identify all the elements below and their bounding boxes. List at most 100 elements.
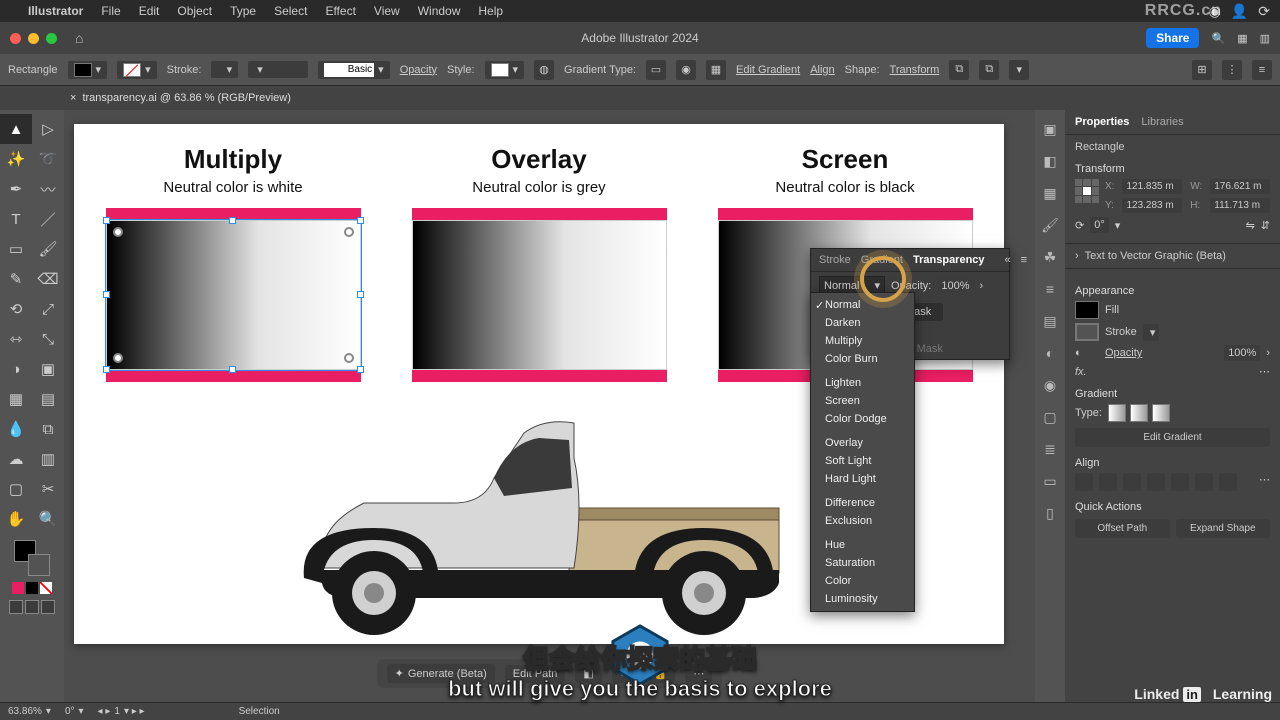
menu-view[interactable]: View [374, 4, 400, 18]
zoom-tool-icon[interactable]: 🔍 [32, 504, 64, 534]
blend-mode-option[interactable]: Difference [811, 494, 914, 512]
text-to-vector-disclose[interactable]: › Text to Vector Graphic (Beta) [1065, 243, 1280, 269]
close-window-icon[interactable] [10, 33, 21, 44]
user-icon[interactable]: 👤 [1231, 3, 1248, 20]
selection-handle[interactable] [357, 291, 364, 298]
gradient-swatch-icon[interactable] [26, 582, 38, 594]
gradient-linear-icon[interactable]: ▭ [646, 60, 666, 80]
offset-path-button[interactable]: Offset Path [1075, 519, 1170, 538]
blend-mode-option[interactable]: Soft Light [811, 452, 914, 470]
blend-mode-option[interactable]: Exclusion [811, 512, 914, 530]
rectangle-tool-icon[interactable]: ▭ [0, 234, 32, 264]
shape-label[interactable]: Shape: [845, 64, 880, 76]
blend-mode-option[interactable]: Normal [811, 296, 914, 314]
gradient-rectangle[interactable] [412, 220, 667, 370]
menu-window[interactable]: Window [418, 4, 461, 18]
panel-artboards-icon[interactable]: ▯ [1041, 504, 1059, 522]
menu-help[interactable]: Help [478, 4, 503, 18]
fx-icon[interactable]: fx. [1075, 366, 1087, 378]
menu-edit[interactable]: Edit [139, 4, 160, 18]
selection-handle[interactable] [357, 217, 364, 224]
transform-label[interactable]: Transform [890, 64, 940, 76]
document-tab[interactable]: × transparency.ai @ 63.86 % (RGB/Preview… [70, 92, 291, 104]
gradient-stop-icon[interactable] [113, 353, 123, 363]
more-options-icon[interactable]: ⋯ [1259, 365, 1270, 378]
rotate-tool-icon[interactable]: ⟲ [0, 294, 32, 324]
artboard-nav[interactable]: ◂ ▸ 1 ▾ ▸ ▸ [98, 706, 145, 717]
panel-brushes-icon[interactable]: 🖌 [1041, 216, 1059, 234]
selection-handle[interactable] [357, 366, 364, 373]
selection-tool-icon[interactable]: ▲ [0, 114, 32, 144]
type-tool-icon[interactable]: T [0, 204, 32, 234]
color-swatch-icon[interactable] [12, 582, 24, 594]
transform-h-value[interactable]: 111.713 m [1210, 198, 1270, 213]
draw-normal-icon[interactable] [9, 600, 23, 614]
hand-tool-icon[interactable]: ✋ [0, 504, 32, 534]
transform-x-value[interactable]: 121.835 m [1122, 179, 1182, 194]
slice-tool-icon[interactable]: ✂ [32, 474, 64, 504]
pen-tool-icon[interactable]: ✒ [0, 174, 32, 204]
gradient-stop-icon[interactable] [344, 353, 354, 363]
snap-icon[interactable]: ⊞ [1192, 60, 1212, 80]
eyedropper-tool-icon[interactable]: 💧 [0, 414, 32, 444]
gradient-freeform-icon[interactable] [1152, 404, 1170, 422]
menubar-app-name[interactable]: Illustrator [28, 4, 83, 18]
align-hcenter-icon[interactable] [1099, 473, 1117, 491]
gradient-stop-icon[interactable] [113, 227, 123, 237]
panel-menu-icon[interactable]: ≡ [1021, 254, 1027, 266]
panel-transparency-icon[interactable]: ◐ [1041, 344, 1059, 362]
panel-symbols-icon[interactable]: ☘ [1041, 248, 1059, 266]
fill-swatch-dropdown[interactable]: ▾ [68, 61, 108, 79]
gradient-tool-icon[interactable]: ▤ [32, 384, 64, 414]
variable-width-dropdown[interactable]: ▾ [248, 61, 308, 78]
blend-mode-option[interactable]: Darken [811, 314, 914, 332]
panel-layers-icon[interactable]: ≣ [1041, 440, 1059, 458]
draw-behind-icon[interactable] [25, 600, 39, 614]
panel-stroke-icon[interactable]: ≡ [1041, 280, 1059, 298]
graph-tool-icon[interactable]: ▥ [32, 444, 64, 474]
opacity-label[interactable]: Opacity [400, 64, 437, 76]
tab-stroke[interactable]: Stroke [819, 254, 851, 266]
blend-mode-option[interactable]: Color Dodge [811, 410, 914, 428]
align-label[interactable]: Align [810, 64, 834, 76]
blend-mode-option[interactable]: Saturation [811, 554, 914, 572]
isolate-icon[interactable]: ⧉ [949, 60, 969, 80]
shaper-tool-icon[interactable]: ✎ [0, 264, 32, 294]
blend-mode-option[interactable]: Screen [811, 392, 914, 410]
curvature-tool-icon[interactable]: 〰 [32, 174, 64, 204]
gradient-radial-icon[interactable] [1130, 404, 1148, 422]
opacity-value-field[interactable]: 100% [937, 278, 973, 294]
gradient-stop-icon[interactable] [344, 227, 354, 237]
blend-tool-icon[interactable]: ⧉ [32, 414, 64, 444]
share-button[interactable]: Share [1146, 28, 1199, 48]
menu-object[interactable]: Object [177, 4, 212, 18]
stroke-swatch[interactable] [1075, 323, 1099, 341]
align-vcenter-icon[interactable] [1171, 473, 1189, 491]
stroke-weight-dropdown[interactable]: ▾ [211, 61, 238, 78]
paintbrush-tool-icon[interactable]: 🖌 [32, 234, 64, 264]
edit-gradient-button[interactable]: Edit Gradient [1075, 428, 1270, 447]
symbol-tool-icon[interactable]: ☁ [0, 444, 32, 474]
workspace-icon[interactable]: ▥ [1260, 32, 1270, 45]
blend-mode-dropdown-list[interactable]: Normal Darken Multiply Color Burn Lighte… [810, 292, 915, 612]
more-options-icon[interactable]: ⋯ [1259, 473, 1270, 491]
edit-gradient-button[interactable]: Edit Gradient [736, 64, 800, 76]
transform-w-value[interactable]: 176.621 m [1210, 179, 1270, 194]
blend-mode-option[interactable]: Hue [811, 536, 914, 554]
panel-gradient-icon[interactable]: ▤ [1041, 312, 1059, 330]
gradient-rectangle-selected[interactable] [106, 220, 361, 370]
fill-swatch[interactable] [1075, 301, 1099, 319]
blend-mode-option[interactable]: Multiply [811, 332, 914, 350]
recolor-icon[interactable]: ◍ [534, 60, 554, 80]
fill-stroke-control[interactable] [14, 540, 50, 576]
width-tool-icon[interactable]: ⇿ [0, 324, 32, 354]
free-transform-tool-icon[interactable]: ⤡ [32, 324, 64, 354]
select-similar-icon[interactable]: ▾ [1009, 60, 1029, 80]
selection-handle[interactable] [103, 291, 110, 298]
tab-libraries[interactable]: Libraries [1141, 116, 1183, 128]
align-right-icon[interactable] [1123, 473, 1141, 491]
eraser-tool-icon[interactable]: ⌫ [32, 264, 64, 294]
artboard-tool-icon[interactable]: ▢ [0, 474, 32, 504]
close-tab-icon[interactable]: × [70, 92, 76, 104]
align-top-icon[interactable] [1147, 473, 1165, 491]
